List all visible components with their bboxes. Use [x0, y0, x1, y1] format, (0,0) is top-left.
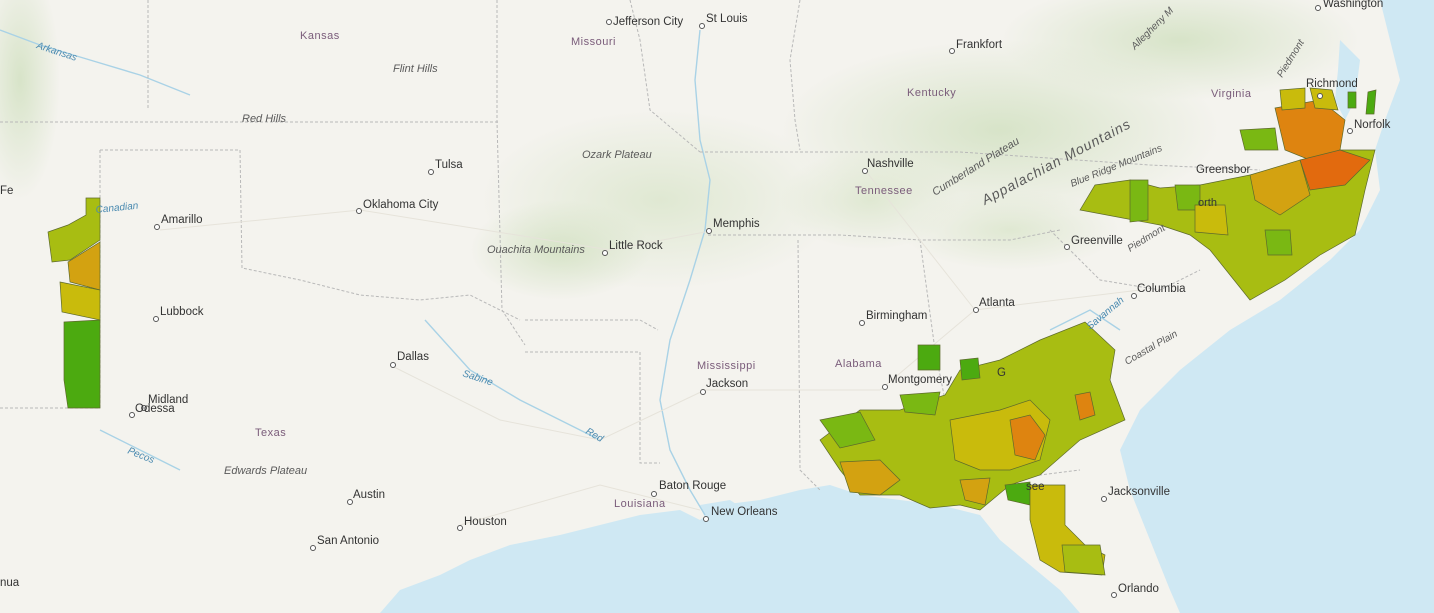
city-label-partial: G — [997, 367, 1006, 379]
county-region[interactable] — [1129, 179, 1149, 223]
county-region[interactable] — [917, 344, 941, 371]
county-region[interactable] — [1279, 87, 1306, 111]
city-label-columbia: Columbia — [1137, 283, 1186, 295]
city-label-little-rock: Little Rock — [609, 240, 663, 252]
city-label-san-antonio: San Antonio — [317, 535, 379, 547]
city-label-memphis: Memphis — [713, 218, 760, 230]
city-label-birmingham: Birmingham — [866, 310, 927, 322]
state-label-tennessee: Tennessee — [855, 185, 913, 197]
city-label-austin: Austin — [353, 489, 385, 501]
city-label-santa-fe-partial: Fe — [0, 185, 13, 197]
city-label-washington: Washington — [1323, 0, 1383, 10]
state-label-missouri: Missouri — [571, 36, 616, 48]
city-label-jackson: Jackson — [706, 378, 748, 390]
city-label-greensboro: Greensbor — [1196, 164, 1251, 176]
city-label-greenville: Greenville — [1071, 235, 1123, 247]
city-label-dallas: Dallas — [397, 351, 429, 363]
city-label-st-louis: St Louis — [706, 13, 748, 25]
city-label-amarillo: Amarillo — [161, 214, 203, 226]
basemap[interactable]: Kansas Missouri Kentucky Virginia Tennes… — [0, 0, 1434, 613]
city-label-odessa: Odessa — [135, 403, 175, 415]
county-region[interactable] — [1347, 91, 1357, 109]
city-label-atlanta: Atlanta — [979, 297, 1015, 309]
city-label-montgomery: Montgomery — [888, 374, 952, 386]
feature-label: Ozark Plateau — [582, 149, 652, 161]
city-label-partial: nua — [0, 577, 20, 589]
map-viewport[interactable]: Kansas Missouri Kentucky Virginia Tennes… — [0, 0, 1434, 613]
state-label-kentucky: Kentucky — [907, 87, 956, 99]
city-label-lubbock: Lubbock — [160, 306, 204, 318]
city-label-tallahassee-partial: see — [1026, 481, 1045, 493]
city-label-baton-rouge: Baton Rouge — [659, 480, 726, 492]
county-region[interactable] — [1239, 127, 1279, 151]
city-label-jacksonville: Jacksonville — [1108, 486, 1170, 498]
state-label-virginia: Virginia — [1211, 88, 1252, 100]
county-region[interactable] — [899, 391, 941, 416]
city-label-houston: Houston — [464, 516, 507, 528]
feature-label: Edwards Plateau — [224, 465, 307, 477]
state-label-louisiana: Louisiana — [614, 498, 666, 510]
city-label-new-orleans: New Orleans — [711, 506, 778, 518]
city-label-norfolk: Norfolk — [1354, 119, 1391, 131]
city-label-nashville: Nashville — [867, 158, 914, 170]
feature-label: orth — [1198, 197, 1217, 209]
county-region[interactable] — [1194, 204, 1229, 236]
state-label-mississippi: Mississippi — [697, 360, 756, 372]
county-region[interactable] — [1061, 544, 1106, 576]
city-label-richmond: Richmond — [1306, 78, 1358, 90]
city-label-tulsa: Tulsa — [435, 159, 463, 171]
city-label-jefferson-city: Jefferson City — [613, 16, 683, 28]
state-label-alabama: Alabama — [835, 358, 882, 370]
city-label-orlando: Orlando — [1118, 583, 1159, 595]
county-region[interactable] — [1264, 229, 1293, 256]
feature-label: Red Hills — [242, 113, 287, 125]
feature-label: Ouachita Mountains — [487, 244, 585, 256]
county-region[interactable] — [959, 357, 981, 381]
feature-label: Flint Hills — [393, 63, 438, 75]
state-label-kansas: Kansas — [300, 30, 340, 42]
county-region[interactable] — [63, 319, 101, 409]
city-label-frankfort: Frankfort — [956, 39, 1003, 51]
city-label-oklahoma-city: Oklahoma City — [363, 199, 439, 211]
state-label-texas: Texas — [255, 427, 286, 439]
